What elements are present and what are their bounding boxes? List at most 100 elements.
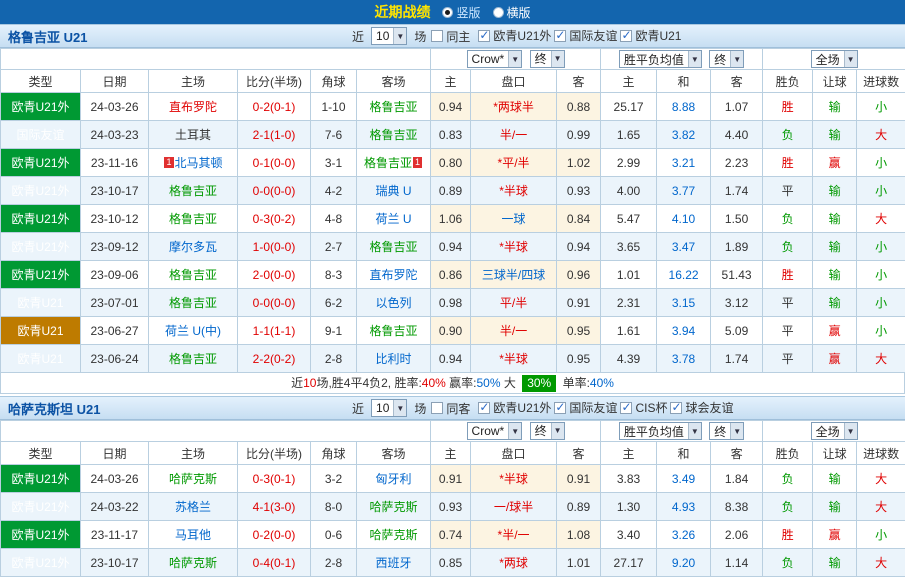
page-title: 近期战绩 xyxy=(374,4,431,20)
final-avg-select[interactable]: 终 ▼ xyxy=(709,422,745,440)
home-team[interactable]: 直布罗陀 xyxy=(148,92,238,121)
topbar: 近期战绩 竖版 横版 xyxy=(0,0,905,24)
league-filter[interactable]: 国际友谊 xyxy=(554,399,617,416)
near-count-select[interactable]: 10 ▼ xyxy=(371,27,408,45)
avg-odds-select[interactable]: 胜平负均值 ▼ xyxy=(618,422,702,440)
final-odds-select[interactable]: 终 ▼ xyxy=(529,421,565,440)
goals-result: 大 xyxy=(856,344,905,373)
home-team[interactable]: 格鲁吉亚 xyxy=(148,288,238,317)
league-filter[interactable]: 球会友谊 xyxy=(670,399,733,416)
col-header-handicap-line: 盘口 xyxy=(470,69,558,93)
avg-away: 1.84 xyxy=(710,464,764,493)
checkbox-icon[interactable] xyxy=(478,28,491,42)
away-team[interactable]: 格鲁吉亚 xyxy=(355,232,432,261)
final-odds-select[interactable]: 终 ▼ xyxy=(529,49,565,68)
league-filter[interactable]: 欧青U21外 xyxy=(478,399,551,416)
corner-kicks: 7-6 xyxy=(310,120,357,149)
layout-horizontal-radio[interactable]: 横版 xyxy=(492,4,531,21)
checkbox-icon[interactable] xyxy=(620,400,633,414)
fulltime-select-value: 全场 xyxy=(815,52,840,67)
near-count-select[interactable]: 10 ▼ xyxy=(371,399,408,417)
odds-away: 0.91 xyxy=(556,288,602,317)
col-header-odds-away: 客 xyxy=(556,441,602,465)
checkbox-icon[interactable] xyxy=(431,30,444,42)
away-team[interactable]: 哈萨克斯 xyxy=(355,492,432,521)
cell-text: 0.85 xyxy=(438,555,463,570)
away-team[interactable]: 格鲁吉亚 xyxy=(355,92,432,121)
league-filter[interactable]: 国际友谊 xyxy=(554,27,617,44)
league-filter-label: 欧青U21 xyxy=(635,29,682,44)
home-team[interactable]: 马耳他 xyxy=(148,520,238,549)
cell-text: 以色列 xyxy=(375,296,412,310)
home-team[interactable]: 格鲁吉亚 xyxy=(148,260,238,289)
home-team[interactable]: 格鲁吉亚 xyxy=(148,344,238,373)
checkbox-icon[interactable] xyxy=(554,28,567,42)
handicap-result: 赢 xyxy=(812,520,858,549)
checkbox-icon[interactable] xyxy=(670,400,683,414)
away-team[interactable]: 比利时 xyxy=(355,344,432,373)
cell-text: 0.88 xyxy=(566,99,591,114)
away-team[interactable]: 哈萨克斯 xyxy=(355,520,432,549)
col-header-handicap-result: 让球 xyxy=(812,441,858,465)
home-team[interactable]: 土耳其 xyxy=(148,120,238,149)
away-team[interactable]: 以色列 xyxy=(355,288,432,317)
avg-home: 3.40 xyxy=(600,520,658,549)
away-team[interactable]: 格鲁吉亚 1 xyxy=(355,148,432,177)
home-team[interactable]: 哈萨克斯 xyxy=(148,464,238,493)
cell-text: 1.89 xyxy=(724,239,749,254)
home-team[interactable]: 苏格兰 xyxy=(148,492,238,521)
same-away-filter[interactable]: 同客 xyxy=(431,400,470,417)
away-team[interactable]: 格鲁吉亚 xyxy=(355,120,432,149)
away-team[interactable]: 西班牙 xyxy=(355,548,432,577)
away-team[interactable]: 荷兰 U xyxy=(355,204,432,233)
league-filter[interactable]: CIS杯 xyxy=(620,399,667,416)
fulltime-select[interactable]: 全场 ▼ xyxy=(810,422,858,440)
cell-text: 0.90 xyxy=(438,323,463,338)
avg-draw: 3.47 xyxy=(656,232,712,261)
odds-home: 0.86 xyxy=(430,260,472,289)
goals-result: 小 xyxy=(856,316,905,345)
bookmaker-select[interactable]: Crow* ▼ xyxy=(466,422,523,441)
games-label: 场 xyxy=(414,401,427,416)
match-date: 24-03-23 xyxy=(80,120,149,149)
chevron-down-icon: ▼ xyxy=(550,422,564,439)
checkbox-icon[interactable] xyxy=(620,28,633,42)
fulltime-select[interactable]: 全场 ▼ xyxy=(810,50,858,68)
layout-vertical-radio[interactable]: 竖版 xyxy=(442,4,481,21)
home-team[interactable]: 哈萨克斯 xyxy=(148,548,238,577)
cell-text: 1.01 xyxy=(616,267,641,282)
checkbox-icon[interactable] xyxy=(478,400,491,414)
checkbox-icon[interactable] xyxy=(554,400,567,414)
league-filter[interactable]: 欧青U21 xyxy=(620,27,681,44)
home-team[interactable]: 格鲁吉亚 xyxy=(148,204,238,233)
avg-odds-select[interactable]: 胜平负均值 ▼ xyxy=(618,50,702,68)
final-avg-select[interactable]: 终 ▼ xyxy=(709,50,745,68)
home-team[interactable]: 1 北马其顿 xyxy=(148,148,238,177)
cell-text: 负 xyxy=(781,240,794,254)
cell-text: 小 xyxy=(875,240,888,254)
match-date: 23-06-27 xyxy=(80,316,149,345)
home-team[interactable]: 荷兰 U(中) xyxy=(148,316,238,345)
score-halftime: 4-1(3-0) xyxy=(237,492,311,521)
away-team[interactable]: 格鲁吉亚 xyxy=(355,316,432,345)
away-team[interactable]: 瑞典 U xyxy=(355,176,432,205)
match-date: 24-03-26 xyxy=(80,92,149,121)
same-home-filter[interactable]: 同主 xyxy=(431,28,470,45)
cell-text: 格鲁吉亚 xyxy=(168,212,217,226)
away-team[interactable]: 直布罗陀 xyxy=(355,260,432,289)
cell-text: 赢 xyxy=(828,352,841,366)
cell-text: 23-09-12 xyxy=(90,239,139,254)
home-team[interactable]: 格鲁吉亚 xyxy=(148,176,238,205)
match-row: 欧青U21外 23-09-12 摩尔多瓦 1-0(0-0) 2-7 格鲁吉亚 0.94 *半球… xyxy=(0,232,905,261)
cell-text: 北马其顿 xyxy=(174,156,223,170)
radio-unselected-icon[interactable] xyxy=(492,6,504,18)
radio-selected-icon[interactable] xyxy=(442,6,454,18)
away-team[interactable]: 匈牙利 xyxy=(355,464,432,493)
league-filter[interactable]: 欧青U21外 xyxy=(478,27,551,44)
checkbox-icon[interactable] xyxy=(431,402,444,414)
home-team[interactable]: 摩尔多瓦 xyxy=(148,232,238,261)
crow-odds-group: Crow* ▼ 终 ▼ xyxy=(430,420,602,442)
bookmaker-select[interactable]: Crow* ▼ xyxy=(466,50,523,69)
handicap-result: 输 xyxy=(812,288,858,317)
result: 负 xyxy=(762,492,814,521)
